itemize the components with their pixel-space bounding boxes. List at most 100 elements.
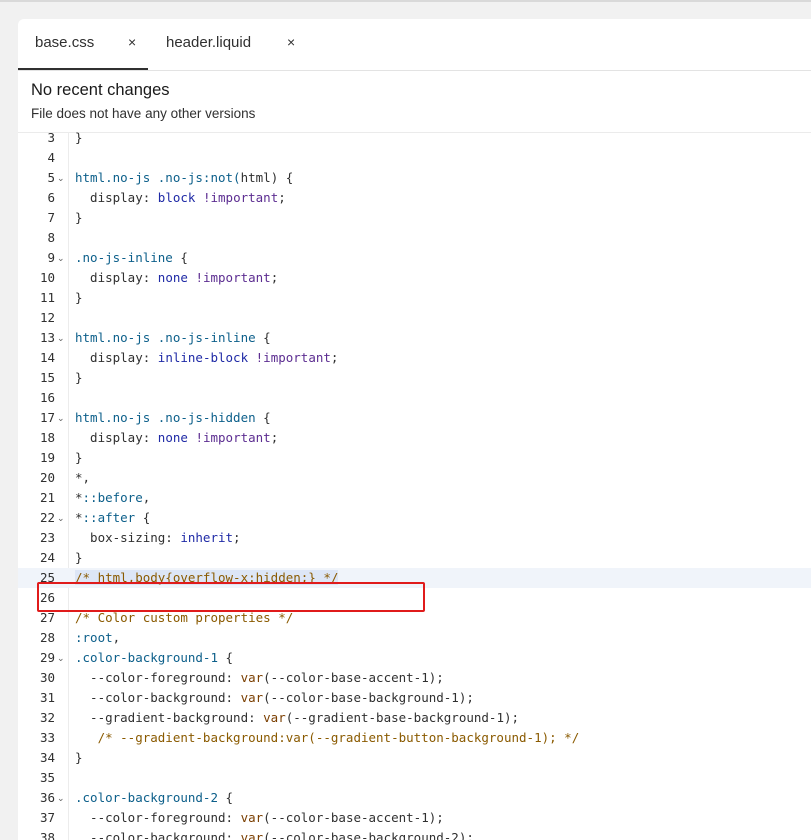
code-line[interactable]: 9 ⌄ .no-js-inline { — [18, 248, 811, 268]
code-line[interactable]: 10 display: none !important; — [18, 268, 811, 288]
code-line[interactable]: 34} — [18, 748, 811, 768]
line-number: 9 — [47, 250, 55, 265]
code-line[interactable]: 4 — [18, 148, 811, 168]
code-line[interactable]: 16 — [18, 388, 811, 408]
code-line[interactable]: 17 ⌄ html.no-js .no-js-hidden { — [18, 408, 811, 428]
fold-chevron-icon[interactable]: ⌄ — [57, 649, 65, 669]
code-line[interactable]: 24} — [18, 548, 811, 568]
code-line[interactable]: 11} — [18, 288, 811, 308]
fold-chevron-icon[interactable]: ⌄ — [57, 329, 65, 349]
code-token: (--color-base-background-1); — [263, 690, 474, 705]
code-text: *::after { — [75, 508, 150, 528]
code-line[interactable]: 8 — [18, 228, 811, 248]
fold-chevron-icon[interactable]: ⌄ — [57, 409, 65, 429]
code-token: } — [75, 750, 83, 765]
code-token: var — [240, 690, 264, 705]
code-token: , — [112, 630, 121, 645]
code-line[interactable]: 26 — [18, 588, 811, 608]
code-text: .color-background-2 { — [75, 788, 233, 808]
code-token: (--color-base-accent-1); — [263, 670, 444, 685]
code-text: --color-foreground: var(--color-base-acc… — [75, 668, 444, 688]
code-line[interactable]: 21 *::before, — [18, 488, 811, 508]
fold-chevron-icon[interactable]: ⌄ — [57, 509, 65, 529]
code-text: *::before, — [75, 488, 150, 508]
code-line[interactable]: 6 display: block !important; — [18, 188, 811, 208]
code-token: } — [75, 210, 83, 225]
code-line[interactable]: 25 /* html,body{overflow-x:hidden;} */ — [18, 568, 811, 588]
close-icon[interactable]: × — [128, 34, 136, 50]
tab-header-liquid[interactable]: header.liquid × — [148, 19, 308, 70]
code-text: display: none !important; — [75, 268, 278, 288]
code-line[interactable]: 30 --color-foreground: var(--color-base-… — [18, 668, 811, 688]
line-number: 22 — [39, 510, 55, 525]
line-number: 25 — [39, 570, 55, 585]
code-token: !important — [195, 430, 271, 445]
line-number: 26 — [39, 590, 55, 605]
code-token: none — [157, 270, 188, 285]
code-line[interactable]: 7} — [18, 208, 811, 228]
code-line[interactable]: 28 :root, — [18, 628, 811, 648]
line-number: 28 — [39, 630, 55, 645]
code-token: (--color-base-background-2); — [263, 830, 474, 840]
fold-chevron-icon[interactable]: ⌄ — [57, 169, 65, 189]
code-token: } — [75, 370, 83, 385]
code-line[interactable]: 27 /* Color custom properties */ — [18, 608, 811, 628]
code-token: block — [157, 190, 196, 205]
fold-chevron-icon[interactable]: ⌄ — [57, 249, 65, 269]
code-text: display: inline-block !important; — [75, 348, 338, 368]
tab-label: header.liquid — [166, 34, 252, 51]
code-token: html.no-js .no-js:not( — [75, 170, 241, 185]
close-icon[interactable]: × — [287, 34, 295, 50]
code-line[interactable]: 36 ⌄ .color-background-2 { — [18, 788, 811, 808]
code-token: --color-foreground: — [75, 670, 241, 685]
fold-chevron-icon[interactable]: ⌄ — [57, 789, 65, 809]
code-area[interactable]: 3} 4 5 ⌄ html.no-js .no-js:not(html) {6 disp… — [18, 132, 811, 840]
code-line[interactable]: 22 ⌄ *::after { — [18, 508, 811, 528]
tab-base-css[interactable]: base.css × — [18, 19, 148, 70]
code-line[interactable]: 12 — [18, 308, 811, 328]
code-line[interactable]: 29 ⌄ .color-background-1 { — [18, 648, 811, 668]
code-line[interactable]: 3} — [18, 132, 811, 148]
code-text: .color-background-1 { — [75, 648, 233, 668]
code-token: :root — [75, 630, 113, 645]
code-line[interactable]: 31 --color-background: var(--color-base-… — [18, 688, 811, 708]
line-number: 17 — [39, 410, 55, 425]
code-line[interactable]: 37 --color-foreground: var(--color-base-… — [18, 808, 811, 828]
line-number: 20 — [39, 470, 55, 485]
code-line[interactable]: 38 --color-background: var(--color-base-… — [18, 828, 811, 840]
line-number: 33 — [39, 730, 55, 745]
line-number: 19 — [39, 450, 55, 465]
code-token: display: — [75, 350, 158, 365]
file-tab-bar: base.css × header.liquid × — [18, 19, 811, 71]
code-token: } — [75, 290, 83, 305]
code-line[interactable]: 5 ⌄ html.no-js .no-js:not(html) { — [18, 168, 811, 188]
code-line[interactable]: 20 *, — [18, 468, 811, 488]
code-token: ; — [330, 350, 339, 365]
line-number: 36 — [39, 790, 55, 805]
line-number: 16 — [39, 390, 55, 405]
code-text: display: none !important; — [75, 428, 278, 448]
code-token: html — [240, 170, 271, 185]
line-number: 37 — [39, 810, 55, 825]
code-line[interactable]: 33 /* --gradient-background:var(--gradie… — [18, 728, 811, 748]
line-number: 15 — [39, 370, 55, 385]
code-token: ; — [270, 270, 279, 285]
code-token: !important — [202, 190, 279, 205]
code-token: --color-foreground: — [75, 810, 241, 825]
code-token: /* --gradient-background:var(--gradient-… — [75, 730, 580, 745]
code-line[interactable]: 15} — [18, 368, 811, 388]
code-text: display: block !important; — [75, 188, 286, 208]
code-line[interactable]: 13 ⌄ html.no-js .no-js-inline { — [18, 328, 811, 348]
code-line[interactable]: 18 display: none !important; — [18, 428, 811, 448]
code-line[interactable]: 19} — [18, 448, 811, 468]
code-line[interactable]: 23 box-sizing: inherit; — [18, 528, 811, 548]
code-line[interactable]: 14 display: inline-block !important; — [18, 348, 811, 368]
code-token: ::before — [82, 490, 143, 505]
line-number: 11 — [39, 290, 55, 305]
code-text: :root, — [75, 628, 120, 648]
code-line[interactable]: 32 --gradient-background: var(--gradient… — [18, 708, 811, 728]
code-token: ) { — [270, 170, 294, 185]
code-line[interactable]: 35 — [18, 768, 811, 788]
code-text: html.no-js .no-js-inline { — [75, 328, 271, 348]
